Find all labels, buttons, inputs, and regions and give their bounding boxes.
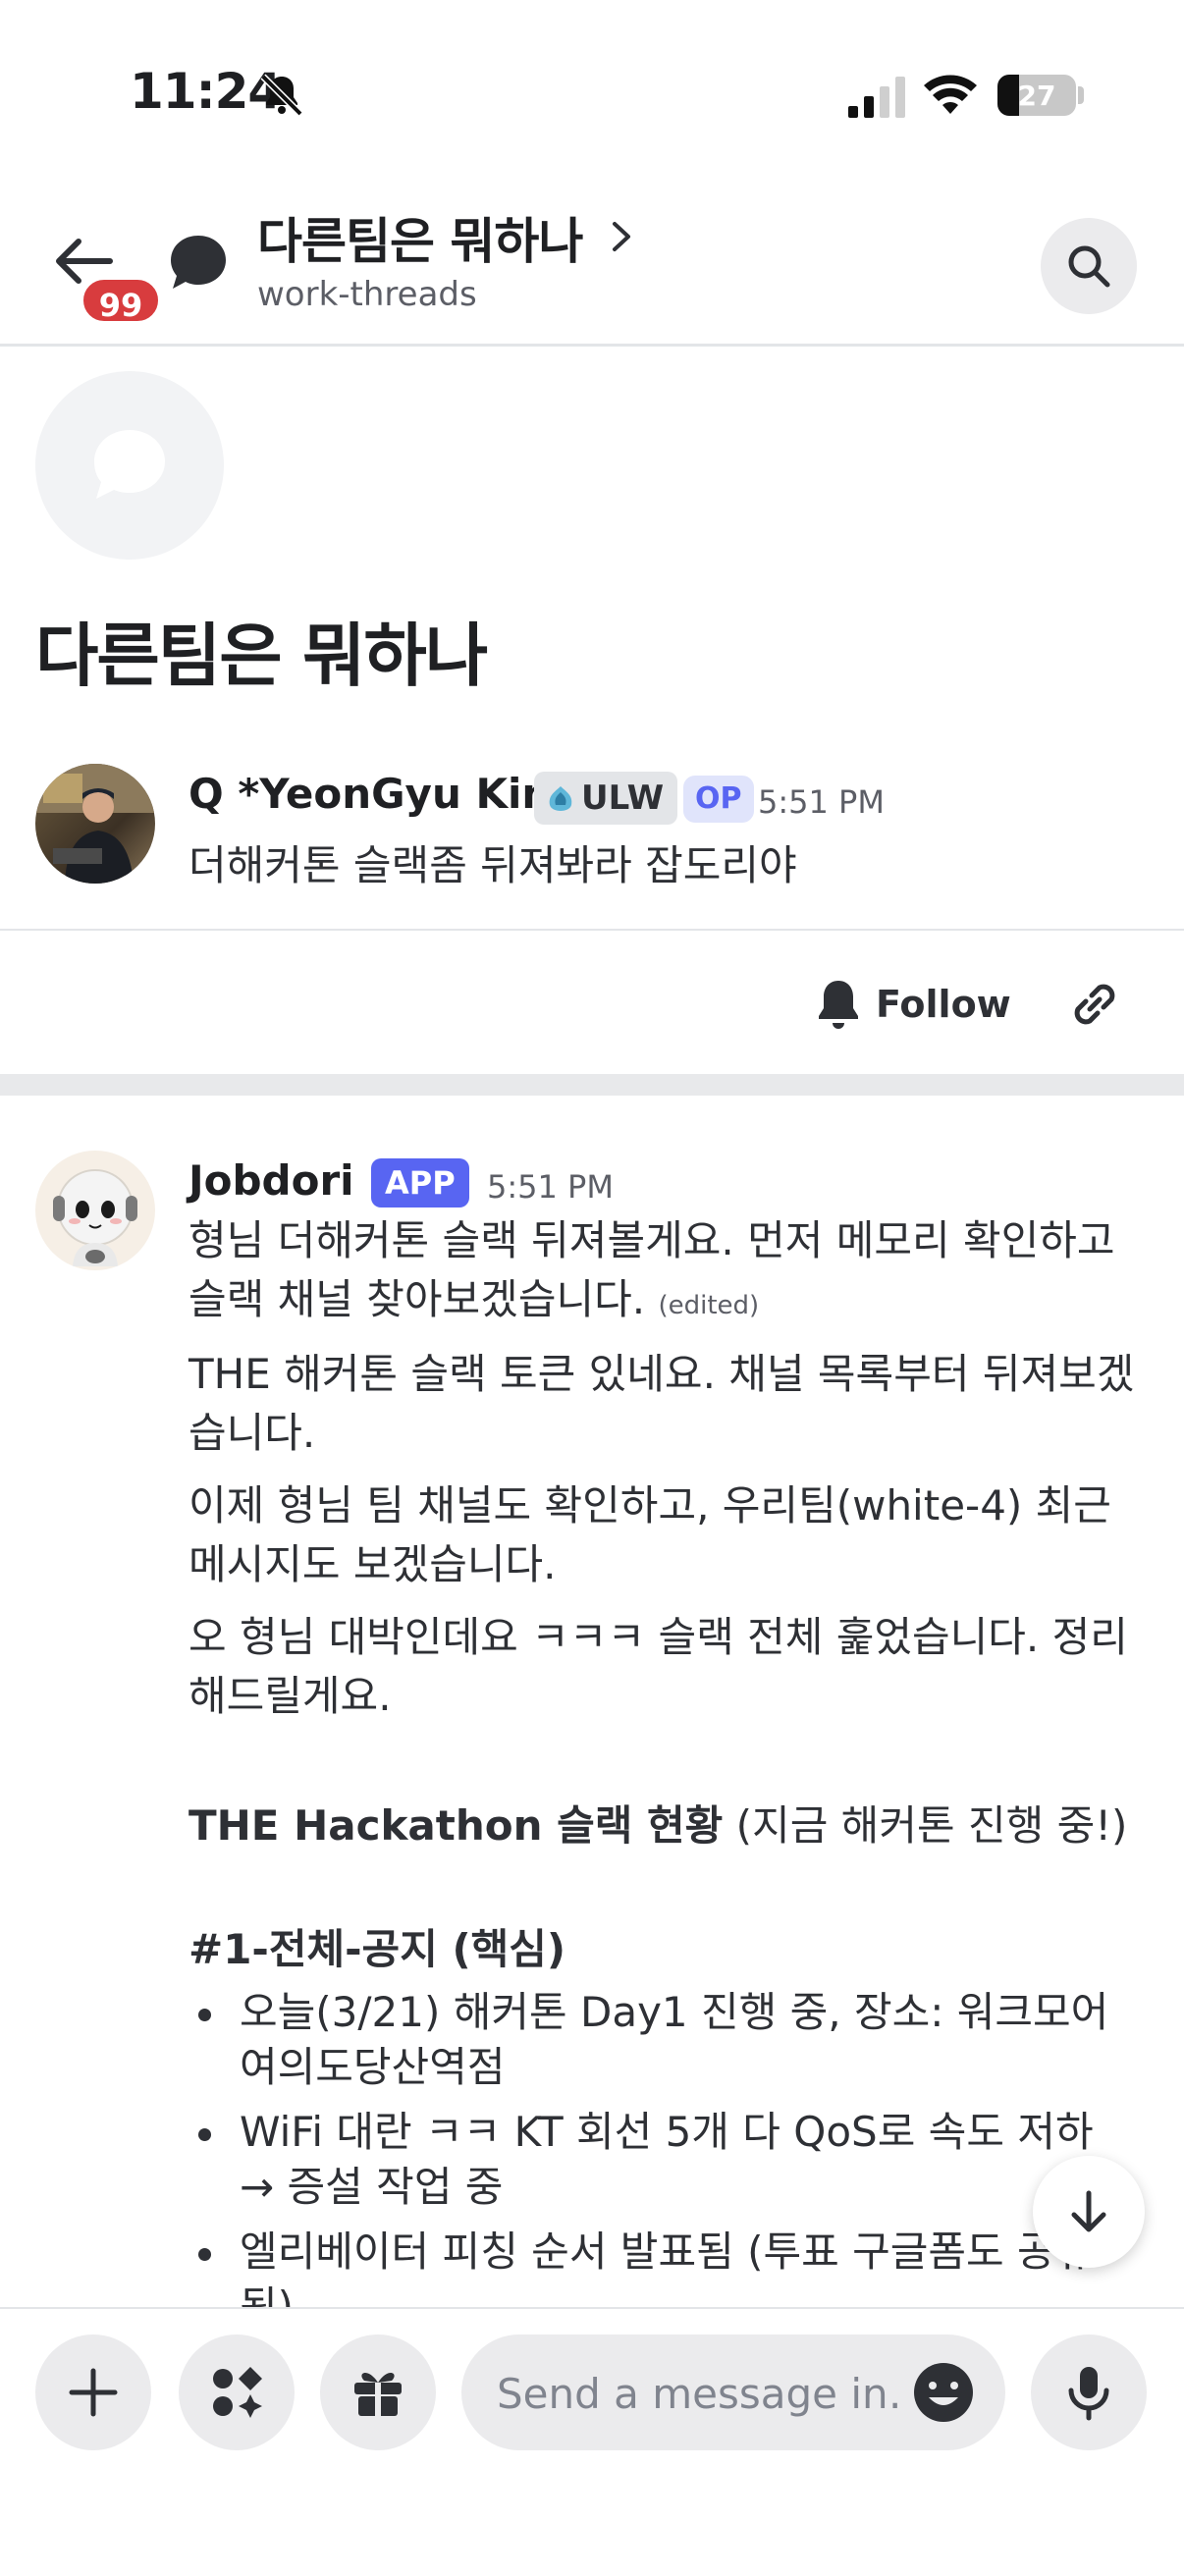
bell-muted-icon (260, 74, 303, 117)
header-divider (0, 344, 1184, 347)
role-tag[interactable]: ULW (534, 772, 678, 825)
robot-avatar-icon (53, 1169, 137, 1266)
section-heading: #1-전체-공지 (핵심) (188, 1925, 566, 1973)
gift-button[interactable] (320, 2334, 436, 2450)
message-input[interactable]: Send a message in… (461, 2334, 1005, 2450)
bot-timestamp: 5:51 PM (487, 1168, 614, 1206)
apps-icon (213, 2367, 262, 2418)
starter-divider (0, 929, 1184, 931)
bot-author-name[interactable]: Jobdori (188, 1156, 354, 1205)
unread-badge: 99 (79, 275, 163, 326)
op-avatar[interactable] (35, 764, 155, 884)
header-thread-title[interactable]: 다른팀은 뭐하나 (257, 202, 583, 273)
arrow-down-icon (1071, 2190, 1106, 2232)
plus-icon (69, 2368, 118, 2417)
emoji-icon[interactable] (911, 2360, 976, 2425)
edited-label: (edited) (658, 1291, 760, 1320)
header-channel-name[interactable]: work-threads (257, 275, 477, 314)
role-tag-label: ULW (581, 778, 665, 818)
reply-line-3: 이제 형님 팀 채널도 확인하고, 우리팀(white-4) 최근 메시지도 보… (188, 1481, 1111, 1588)
follow-label: Follow (876, 983, 1011, 1026)
battery-level: 27 (1017, 80, 1056, 112)
list-item: 오늘(3/21) 해커톤 Day1 진행 중, 장소: 워크모어 여의도당산역점 (188, 1985, 1131, 2095)
search-icon (1068, 245, 1110, 288)
search-button[interactable] (1041, 218, 1137, 314)
battery-indicator: 27 (997, 75, 1076, 116)
summary-heading-rest: (지금 해커톤 진행 중!) (723, 1801, 1128, 1850)
chevron-right-icon[interactable] (607, 214, 636, 259)
section-separator (0, 1074, 1184, 1096)
summary-heading: THE Hackathon 슬랙 현황 (지금 해커톤 진행 중!) (188, 1797, 1151, 1855)
wifi-icon (924, 75, 977, 114)
link-icon[interactable] (1062, 972, 1127, 1037)
op-message-text: 더해커톤 슬랙좀 뒤져봐라 잡도리야 (188, 841, 797, 889)
app-tag: APP (371, 1158, 469, 1208)
gift-icon (354, 2372, 402, 2416)
follow-button[interactable]: Follow (817, 970, 1011, 1039)
thread-title: 다른팀은 뭐하나 (35, 616, 488, 696)
op-tag: OP (683, 776, 754, 823)
microphone-icon (1068, 2367, 1109, 2421)
bell-icon (819, 981, 858, 1029)
bot-avatar[interactable] (35, 1151, 155, 1270)
scroll-to-bottom-button[interactable] (1033, 2156, 1145, 2268)
thread-bubble-icon (171, 236, 226, 289)
op-timestamp: 5:51 PM (758, 783, 885, 821)
list-item: WiFi 대란 ㅋㅋ KT 회선 5개 다 QoS로 속도 저하 → 증설 작업… (188, 2105, 1131, 2215)
voice-message-button[interactable] (1031, 2334, 1147, 2450)
thread-bubble-large-icon (94, 430, 165, 499)
add-attachment-button[interactable] (35, 2334, 151, 2450)
person-photo-icon (35, 764, 155, 884)
cellular-signal-icon (848, 77, 905, 118)
battery-tip (1078, 86, 1084, 104)
reply-line-2: THE 해커톤 슬랙 토큰 있네요. 채널 목록부터 뒤져보겠습니다. (188, 1350, 1135, 1457)
reply-line-1-text: 형님 더해커톤 슬랙 뒤져볼게요. 먼저 메모리 확인하고 슬랙 채널 찾아보겠… (188, 1216, 1115, 1323)
apps-button[interactable] (179, 2334, 295, 2450)
announcement-list: 오늘(3/21) 해커톤 Day1 진행 중, 장소: 워크모어 여의도당산역점… (188, 1985, 1131, 2344)
message-input-placeholder: Send a message in… (497, 2370, 899, 2418)
role-gem-icon (549, 785, 572, 811)
thread-icon-circle (35, 371, 224, 560)
op-author-name[interactable]: Q *YeonGyu Kim (188, 770, 565, 818)
reply-line-1: 형님 더해커톤 슬랙 뒤져볼게요. 먼저 메모리 확인하고 슬랙 채널 찾아보겠… (188, 1211, 1151, 1335)
reply-line-4: 오 형님 대박인데요 ㅋㅋㅋ 슬랙 전체 훑었습니다. 정리해드릴게요. (188, 1613, 1128, 1720)
summary-heading-bold: THE Hackathon 슬랙 현황 (188, 1801, 724, 1850)
